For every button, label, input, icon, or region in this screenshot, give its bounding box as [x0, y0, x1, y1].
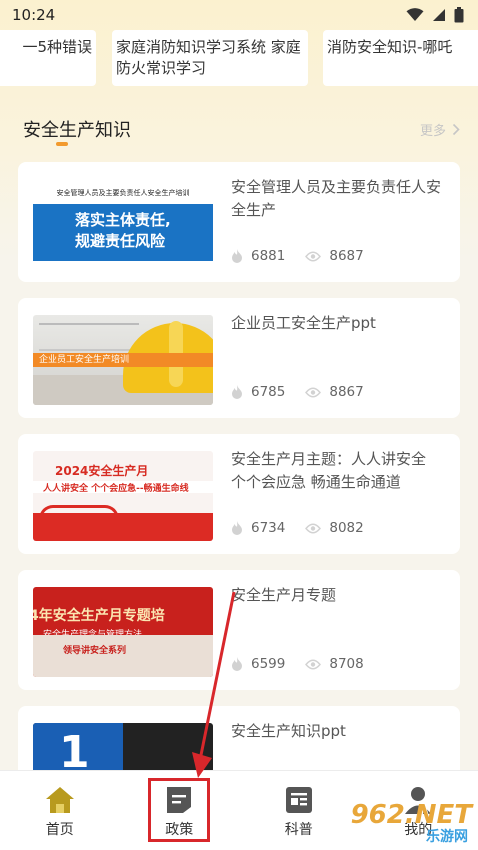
like-count: 6785: [251, 384, 286, 400]
section-header: 安全生产知识 更多: [0, 108, 478, 158]
view-count: 8082: [329, 520, 364, 536]
article-title: 安全管理人员及主要负责任人安全生产: [231, 178, 442, 219]
status-icons: [406, 7, 464, 23]
article-card[interactable]: 企业员工安全生产培训 企业员工安全生产ppt 6785 8867: [18, 298, 460, 418]
thumbnail-skyline: [33, 513, 213, 541]
eye-icon: [305, 523, 322, 533]
wifi-icon: [406, 8, 424, 21]
thumbnail-lower-panel: [33, 635, 213, 677]
article-stats: 6734 8082: [231, 520, 384, 536]
article-chip-row[interactable]: 一5种错误 家庭消防知识学习系统 家庭防火常识学习 消防安全知识-哪吒: [0, 30, 478, 88]
article-chip[interactable]: 一5种错误: [0, 30, 96, 86]
view-count: 8867: [329, 384, 364, 400]
nav-policy-label: 政策: [165, 822, 194, 838]
nav-policy[interactable]: 政策: [120, 771, 240, 850]
article-chip[interactable]: 消防安全知识-哪吒: [323, 30, 478, 86]
article-title: 安全生产月专题: [231, 586, 337, 604]
signal-icon: [433, 9, 445, 21]
nav-science-label: 科普: [284, 822, 313, 838]
flame-icon: [232, 385, 242, 399]
section-title: 安全生产知识: [23, 120, 131, 141]
more-link-label: 更多: [419, 124, 446, 139]
article-chip[interactable]: 家庭消防知识学习系统 家庭防火常识学习: [112, 30, 308, 86]
thumbnail-headline-line: 规避责任风险: [75, 232, 166, 250]
eye-icon: [305, 659, 322, 669]
article-thumbnail: 2024安全生产月 人人讲安全 个个会应急--畅通生命线: [33, 451, 213, 541]
science-icon: [285, 787, 312, 813]
nav-home[interactable]: 首页: [0, 771, 120, 850]
eye-icon: [305, 387, 322, 397]
article-card[interactable]: 2024安全生产月 人人讲安全 个个会应急--畅通生命线 安全生产月主题：人人讲…: [18, 434, 460, 554]
like-count: 6881: [251, 248, 286, 264]
policy-icon: [167, 787, 192, 813]
like-count: 6599: [251, 656, 286, 672]
nav-home-label: 首页: [45, 822, 74, 838]
flame-icon: [232, 657, 242, 671]
article-card[interactable]: 安全管理人员及主要负责任人安全生产培训 落实主体责任, 规避责任风险 安全管理人…: [18, 162, 460, 282]
thumbnail-headline: 4年安全生产月专题培: [33, 608, 165, 624]
article-stats: 6599 8708: [231, 656, 384, 672]
view-count: 8687: [329, 248, 364, 264]
like-count: 6734: [251, 520, 286, 536]
watermark-caption: 乐游网: [426, 829, 468, 845]
article-title: 安全生产月主题：人人讲安全 个个会应急 畅通生命通道: [231, 450, 427, 491]
battery-icon: [454, 7, 464, 23]
thumbnail-headline-line: 落实主体责任,: [75, 211, 171, 229]
flame-icon: [232, 521, 242, 535]
flame-icon: [232, 249, 242, 263]
article-stats: 6881 8687: [231, 248, 384, 264]
thumbnail-subtitle: 人人讲安全 个个会应急--畅通生命线: [43, 484, 189, 494]
view-count: 8708: [329, 656, 364, 672]
thumbnail-headline: 2024安全生产月: [55, 464, 149, 478]
thumbnail-tag: 领导讲安全系列: [63, 646, 127, 656]
article-thumbnail: 4年安全生产月专题培 安全生产理念与管理方法 领导讲安全系列: [33, 587, 213, 677]
view-stat: 8082: [305, 520, 364, 536]
section-title-underline: [56, 142, 68, 146]
home-icon: [45, 787, 74, 813]
status-time: 10:24: [12, 6, 56, 24]
like-stat: 6599: [231, 656, 285, 672]
thumbnail-scaffold: [39, 323, 139, 351]
thumbnail-footer: [33, 261, 213, 269]
article-thumbnail: 安全管理人员及主要负责任人安全生产培训 落实主体责任, 规避责任风险: [33, 179, 213, 269]
like-stat: 6881: [231, 248, 285, 264]
chevron-right-icon: [452, 123, 460, 136]
view-stat: 8708: [305, 656, 364, 672]
nav-science[interactable]: 科普: [239, 771, 359, 850]
like-stat: 6734: [231, 520, 285, 536]
article-card[interactable]: 4年安全生产月专题培 安全生产理念与管理方法 领导讲安全系列 安全生产月专题 6…: [18, 570, 460, 690]
article-title: 安全生产知识ppt: [231, 722, 346, 740]
eye-icon: [305, 251, 322, 261]
status-bar: 10:24: [0, 0, 478, 30]
view-stat: 8867: [305, 384, 364, 400]
article-title: 企业员工安全生产ppt: [231, 314, 376, 332]
thumbnail-headline: 落实主体责任, 规避责任风险: [75, 210, 171, 252]
article-stats: 6785 8867: [231, 384, 384, 400]
thumbnail-banner: 企业员工安全生产培训: [33, 353, 213, 367]
view-stat: 8687: [305, 248, 364, 264]
thumbnail-caption: 安全管理人员及主要负责任人安全生产培训: [56, 189, 190, 197]
article-thumbnail: 企业员工安全生产培训: [33, 315, 213, 405]
like-stat: 6785: [231, 384, 285, 400]
more-link[interactable]: 更多: [420, 120, 460, 139]
